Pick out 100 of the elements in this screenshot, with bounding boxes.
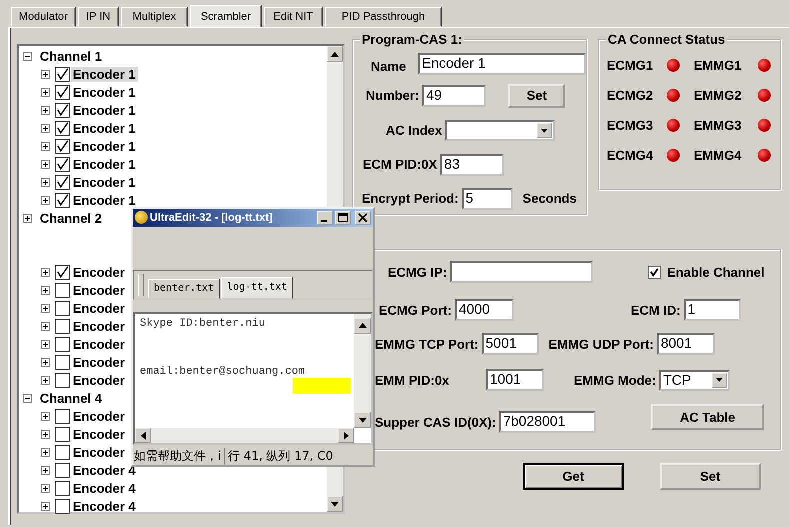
action-button[interactable]: Set xyxy=(660,463,761,490)
checkbox[interactable] xyxy=(55,102,70,118)
channel-label[interactable]: Channel 2 xyxy=(38,210,104,226)
close-icon[interactable] xyxy=(355,210,371,225)
encoder-label[interactable]: Encoder 1 xyxy=(71,192,138,208)
expander-icon[interactable] xyxy=(23,52,32,60)
expand-plus-icon[interactable] xyxy=(41,286,50,294)
scroll-down-icon[interactable] xyxy=(327,496,343,512)
action-button[interactable]: Get xyxy=(523,463,624,490)
expand-plus-icon[interactable] xyxy=(41,358,50,366)
channel-label[interactable]: Channel 4 xyxy=(38,390,104,406)
checkbox[interactable] xyxy=(648,266,662,278)
expand-plus-icon[interactable] xyxy=(41,484,50,492)
emmg-udp-port-field[interactable]: 8001 xyxy=(656,333,715,355)
scrollbar[interactable] xyxy=(354,314,371,428)
checkbox[interactable] xyxy=(55,336,70,352)
expand-plus-icon[interactable] xyxy=(41,502,50,510)
tab[interactable]: Scrambler xyxy=(190,5,262,27)
encoder-label[interactable]: Encoder 1 xyxy=(71,174,138,190)
text-area[interactable]: Skype ID:benter.niu email:benter@sochuang.com xyxy=(133,312,373,446)
ac-table-button[interactable]: AC Table xyxy=(651,404,764,430)
name-field[interactable]: Encoder 1 xyxy=(418,52,586,74)
expand-plus-icon[interactable] xyxy=(41,340,50,348)
scroll-up-icon[interactable] xyxy=(354,318,371,334)
encoder-label[interactable]: Encoder 1 xyxy=(71,84,138,100)
encoder-label[interactable]: Encoder 1 xyxy=(71,102,138,118)
minimize-icon[interactable] xyxy=(317,210,333,225)
checkbox[interactable] xyxy=(55,462,70,478)
checkbox[interactable] xyxy=(55,156,70,172)
file-tab[interactable]: benter.txt xyxy=(148,278,220,299)
expand-plus-icon[interactable] xyxy=(41,178,50,186)
maximize-icon[interactable] xyxy=(335,210,351,225)
set-button[interactable]: Set xyxy=(508,84,566,108)
expand-plus-icon[interactable] xyxy=(41,70,50,78)
encoder-label[interactable]: Encoder xyxy=(71,264,128,280)
checkbox[interactable] xyxy=(55,354,70,370)
encoder-label[interactable]: Encoder xyxy=(71,354,128,370)
emmg-mode-dropdown[interactable]: TCP xyxy=(659,370,730,390)
scroll-left-icon[interactable] xyxy=(135,428,151,444)
emmg-tcp-port-field[interactable]: 5001 xyxy=(482,333,539,355)
ecm-pid-field[interactable]: 83 xyxy=(440,154,504,176)
checkbox[interactable] xyxy=(55,300,70,316)
number-field[interactable]: 49 xyxy=(422,84,486,106)
checkbox[interactable] xyxy=(55,408,70,424)
encoder-label[interactable]: Encoder 4 xyxy=(71,480,138,496)
encrypt-period-field[interactable]: 5 xyxy=(462,188,513,210)
checkbox[interactable] xyxy=(55,138,70,154)
file-tab[interactable]: log-tt.txt xyxy=(221,276,294,299)
encoder-label[interactable]: Encoder xyxy=(71,444,128,460)
encoder-label[interactable]: Encoder 4 xyxy=(71,498,138,514)
encoder-label[interactable]: Encoder xyxy=(71,372,128,388)
expand-plus-icon[interactable] xyxy=(41,268,50,276)
checkbox[interactable] xyxy=(55,480,70,496)
tab[interactable]: Multiplex xyxy=(121,7,188,27)
expander-icon[interactable] xyxy=(23,394,32,402)
ecmg-port-field[interactable]: 4000 xyxy=(454,299,514,321)
checkbox[interactable] xyxy=(55,372,70,388)
ecmg-ip-field[interactable] xyxy=(450,261,594,283)
ecm-id-field[interactable]: 1 xyxy=(684,299,741,321)
encoder-label[interactable]: Encoder 1 xyxy=(71,156,138,172)
tab[interactable]: IP IN xyxy=(78,7,119,27)
encoder-label[interactable]: Encoder 1 xyxy=(71,120,138,136)
encoder-label[interactable]: Encoder xyxy=(71,318,128,334)
tab[interactable]: Edit NIT xyxy=(264,7,323,27)
checkbox[interactable] xyxy=(55,318,70,334)
ac-index-dropdown[interactable] xyxy=(445,120,556,141)
encoder-label[interactable]: Encoder xyxy=(71,336,128,352)
checkbox[interactable] xyxy=(55,120,70,136)
checkbox[interactable] xyxy=(55,264,70,280)
expand-plus-icon[interactable] xyxy=(41,106,50,114)
expand-plus-icon[interactable] xyxy=(41,448,50,456)
cas-id-field[interactable]: 7b028001 xyxy=(499,411,596,433)
encoder-label[interactable]: Encoder xyxy=(71,426,128,442)
expand-plus-icon[interactable] xyxy=(41,88,50,96)
encoder-label[interactable]: Encoder xyxy=(71,300,128,316)
expand-plus-icon[interactable] xyxy=(41,412,50,420)
expand-plus-icon[interactable] xyxy=(41,376,50,384)
channel-label[interactable]: Channel 1 xyxy=(38,48,104,64)
expand-plus-icon[interactable] xyxy=(41,160,50,168)
expand-plus-icon[interactable] xyxy=(41,430,50,438)
scroll-down-icon[interactable] xyxy=(354,412,371,428)
checkbox[interactable] xyxy=(55,192,70,208)
tab[interactable]: PID Passthrough xyxy=(325,7,442,27)
checkbox[interactable] xyxy=(55,498,70,514)
expand-plus-icon[interactable] xyxy=(41,466,50,474)
expand-plus-icon[interactable] xyxy=(41,322,50,330)
emm-pid-field[interactable]: 1001 xyxy=(486,369,544,391)
encoder-label[interactable]: Encoder 1 xyxy=(71,138,138,154)
checkbox[interactable] xyxy=(55,426,70,442)
tab[interactable]: Modulator xyxy=(11,7,76,27)
checkbox[interactable] xyxy=(55,444,70,460)
expand-plus-icon[interactable] xyxy=(41,196,50,204)
encoder-label[interactable]: Encoder xyxy=(71,408,128,424)
checkbox[interactable] xyxy=(55,282,70,298)
scrollbar[interactable] xyxy=(135,428,354,444)
expand-plus-icon[interactable] xyxy=(41,124,50,132)
scroll-right-icon[interactable] xyxy=(338,428,354,444)
expand-plus-icon[interactable] xyxy=(41,304,50,312)
encoder-label[interactable]: Encoder 1 xyxy=(71,66,138,82)
checkbox[interactable] xyxy=(55,84,70,100)
